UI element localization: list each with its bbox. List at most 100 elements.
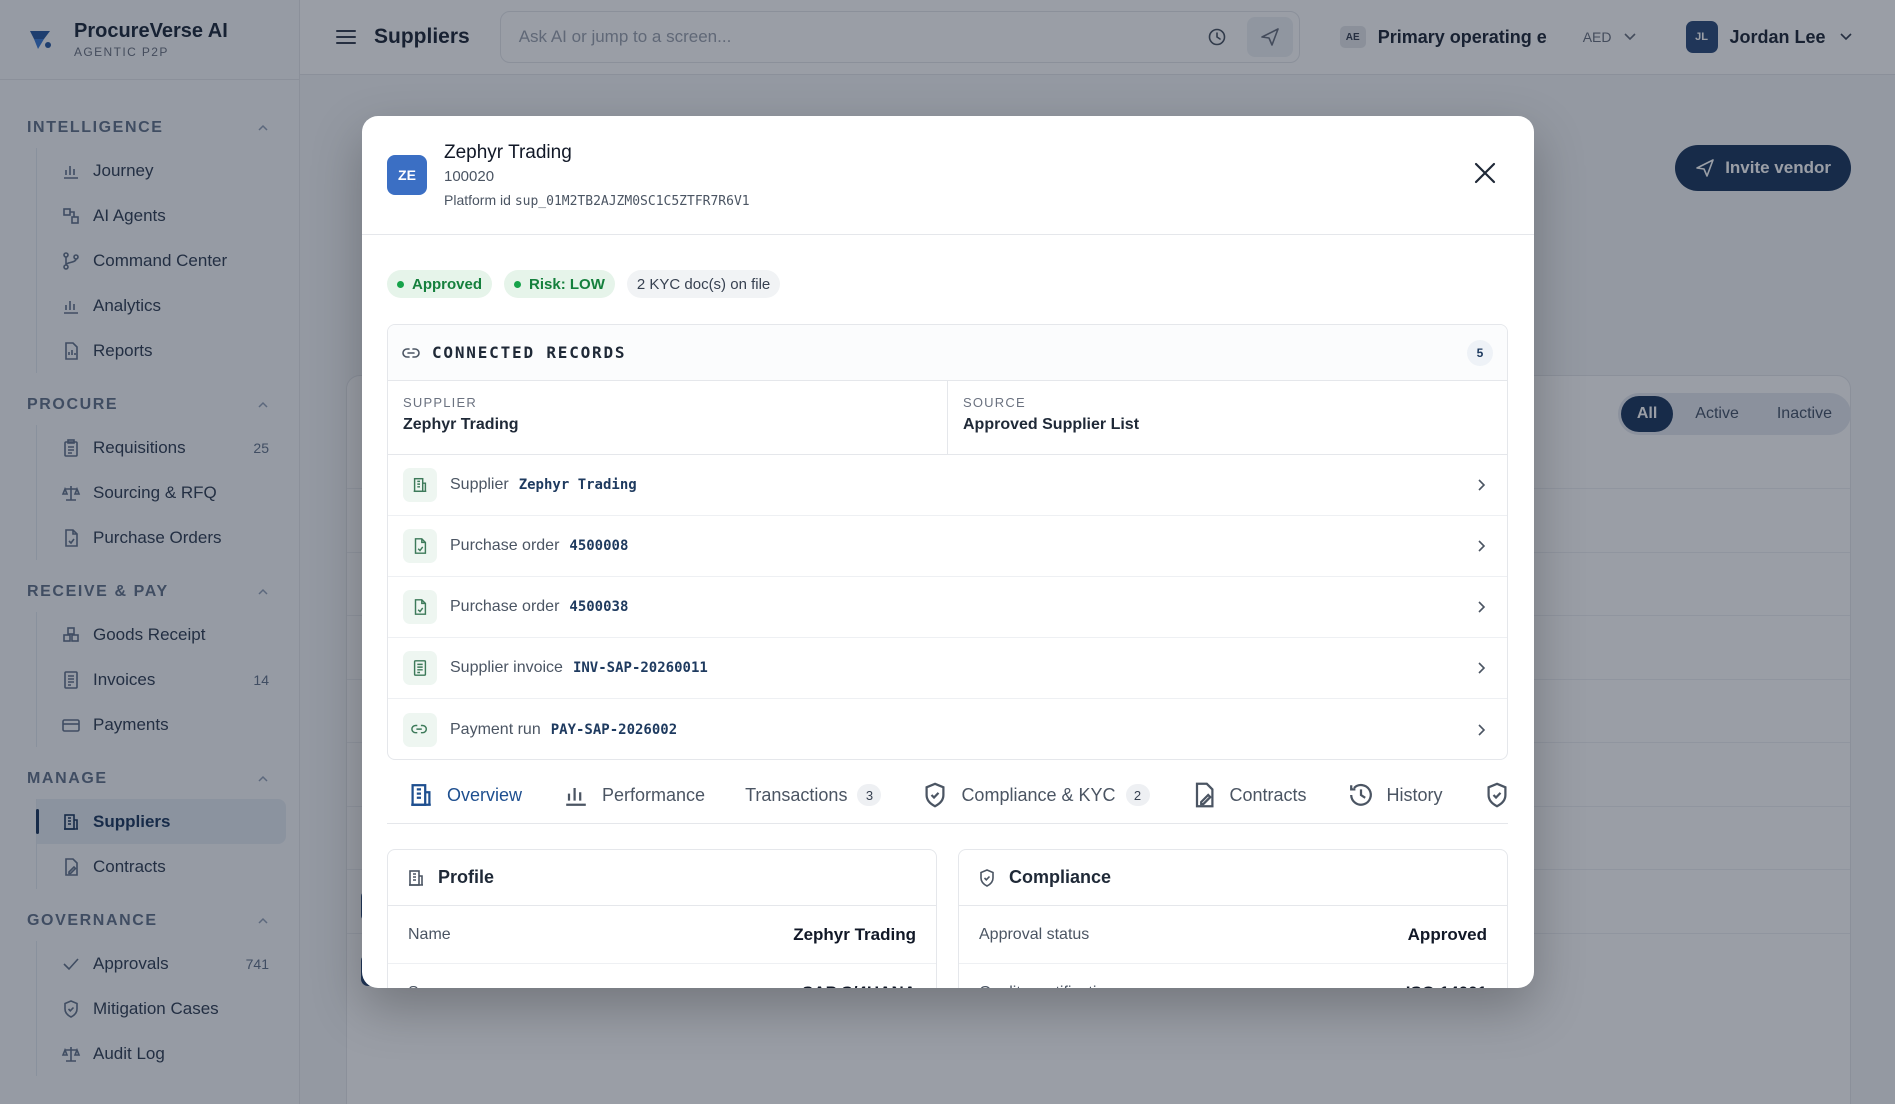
profile-title: Profile — [438, 867, 495, 887]
record-list: Supplier Zephyr Trading Purchase order 4… — [388, 455, 1507, 759]
chevron-right-icon — [1478, 662, 1486, 674]
chevron-right-icon — [1478, 723, 1486, 736]
record-id: 4500008 — [569, 538, 629, 554]
history-icon — [1349, 783, 1372, 806]
tab-more[interactable] — [1463, 766, 1508, 823]
tab-compliance-kyc[interactable]: Compliance & KYC 2 — [901, 766, 1169, 823]
supplier-meta-label: SUPPLIER — [403, 395, 477, 410]
tab-transactions[interactable]: Transactions 3 — [725, 766, 901, 823]
record-icon — [403, 529, 437, 563]
field-label: Approval status — [979, 925, 1090, 943]
source-meta: SOURCE Approved Supplier List — [947, 381, 1507, 454]
tab-performance[interactable]: Performance — [542, 766, 725, 823]
supplier-detail-modal: ZE Zephyr Trading 100020 Platform id sup… — [362, 116, 1534, 988]
supplier-meta-value: Zephyr Trading — [403, 416, 519, 433]
field-value: SAP S/4HANA — [802, 983, 916, 989]
record-type: Purchase order — [450, 537, 560, 554]
tab-label: Performance — [602, 784, 706, 805]
connected-records: CONNECTED RECORDS 5 SUPPLIER Zephyr Trad… — [387, 324, 1508, 760]
record-row[interactable]: Purchase order 4500008 — [388, 516, 1507, 577]
tab-contracts[interactable]: Contracts — [1170, 766, 1327, 823]
risk-badge: Risk: LOW — [504, 270, 615, 298]
tab-count: 3 — [857, 784, 882, 806]
record-id: PAY-SAP-2026002 — [550, 721, 678, 738]
supplier-meta: SUPPLIER Zephyr Trading — [388, 381, 947, 454]
contract-icon — [1195, 782, 1214, 808]
building-icon — [409, 869, 423, 886]
link-icon — [402, 347, 420, 358]
kyc-badge: 2 KYC doc(s) on file — [626, 270, 781, 298]
document-icon — [414, 538, 427, 554]
field-value: Approved — [1407, 924, 1487, 944]
compliance-rows: Approval status ApprovedQuality certific… — [959, 906, 1507, 988]
link-icon — [411, 724, 428, 733]
chevron-right-icon — [1478, 601, 1486, 613]
tab-history[interactable]: History — [1327, 766, 1463, 823]
close-icon[interactable] — [1472, 160, 1498, 186]
record-row[interactable]: Supplier invoice INV-SAP-20260011 — [388, 638, 1507, 699]
record-type: Payment run — [450, 720, 541, 738]
compliance-row: Approval status Approved — [959, 906, 1507, 964]
modal-header: ZE Zephyr Trading 100020 Platform id sup… — [362, 116, 1534, 235]
invoice-icon — [413, 660, 427, 676]
record-row[interactable]: Payment run PAY-SAP-2026002 — [388, 699, 1507, 759]
shield-icon — [1487, 782, 1507, 808]
tab-count: 2 — [1125, 784, 1150, 806]
supplier-code: 100020 — [444, 168, 495, 185]
profile-panel: Profile Name Zephyr TradingSource SAP S/… — [387, 849, 937, 988]
connected-records-meta: SUPPLIER Zephyr Trading SOURCE Approved … — [388, 381, 1507, 455]
field-label: Source — [408, 984, 459, 989]
compliance-title: Compliance — [1009, 867, 1112, 887]
shield-icon — [925, 782, 945, 808]
bar-chart-icon — [566, 788, 586, 806]
modal-tabs: Overview Performance Transactions 3 Complian… — [387, 766, 1508, 824]
tab-label: History — [1386, 784, 1443, 805]
tab-overview[interactable]: Overview — [387, 766, 542, 823]
compliance-panel: Compliance Approval status ApprovedQuali… — [958, 849, 1508, 988]
field-label: Quality certification — [979, 984, 1114, 989]
platform-id-label: Platform id — [444, 192, 511, 208]
record-icon — [403, 590, 437, 624]
record-icon — [403, 651, 437, 685]
tab-label: Transactions — [745, 784, 848, 805]
supplier-avatar: ZE — [387, 155, 427, 195]
record-id: INV-SAP-20260011 — [572, 660, 708, 676]
record-type: Supplier — [450, 476, 509, 493]
building-icon — [413, 477, 427, 493]
status-badge: Approved — [387, 270, 493, 298]
profile-row: Source SAP S/4HANA — [388, 964, 936, 989]
supplier-name: Zephyr Trading — [444, 142, 572, 163]
profile-header: Profile — [388, 850, 936, 906]
platform-id-value: sup_01M2TB2AJZM0SC1C5ZTFR7R6V1 — [514, 194, 750, 209]
profile-row: Name Zephyr Trading — [388, 906, 936, 964]
document-icon — [414, 599, 427, 615]
record-id: 4500038 — [569, 599, 629, 615]
connected-records-title: CONNECTED RECORDS — [432, 343, 627, 362]
status-badges: Approved Risk: LOW 2 KYC doc(s) on file — [387, 270, 781, 298]
record-row[interactable]: Purchase order 4500038 — [388, 577, 1507, 638]
record-id: Zephyr Trading — [518, 477, 637, 493]
tab-label: Contracts — [1229, 784, 1307, 805]
building-icon — [411, 784, 431, 806]
source-meta-value: Approved Supplier List — [963, 416, 1140, 433]
field-value: Zephyr Trading — [793, 924, 916, 944]
tab-label: Overview — [447, 784, 523, 805]
field-value: ISO 14001 — [1406, 983, 1487, 989]
record-icon — [403, 712, 437, 747]
connected-records-count: 5 — [1467, 339, 1493, 366]
record-row[interactable]: Supplier Zephyr Trading — [388, 455, 1507, 516]
compliance-row: Quality certification ISO 14001 — [959, 964, 1507, 989]
record-type: Supplier invoice — [450, 659, 563, 676]
connected-records-header: CONNECTED RECORDS 5 — [388, 325, 1507, 381]
platform-id: Platform id sup_01M2TB2AJZM0SC1C5ZTFR7R6… — [444, 192, 750, 209]
field-label: Name — [408, 925, 451, 943]
shield-icon — [980, 868, 994, 887]
record-type: Purchase order — [450, 598, 560, 615]
compliance-header: Compliance — [959, 850, 1507, 906]
tab-label: Compliance & KYC — [961, 784, 1116, 805]
source-meta-label: SOURCE — [963, 395, 1026, 410]
chevron-right-icon — [1478, 479, 1486, 491]
record-icon — [403, 468, 437, 502]
profile-rows: Name Zephyr TradingSource SAP S/4HANA — [388, 906, 936, 988]
chevron-right-icon — [1478, 540, 1486, 552]
